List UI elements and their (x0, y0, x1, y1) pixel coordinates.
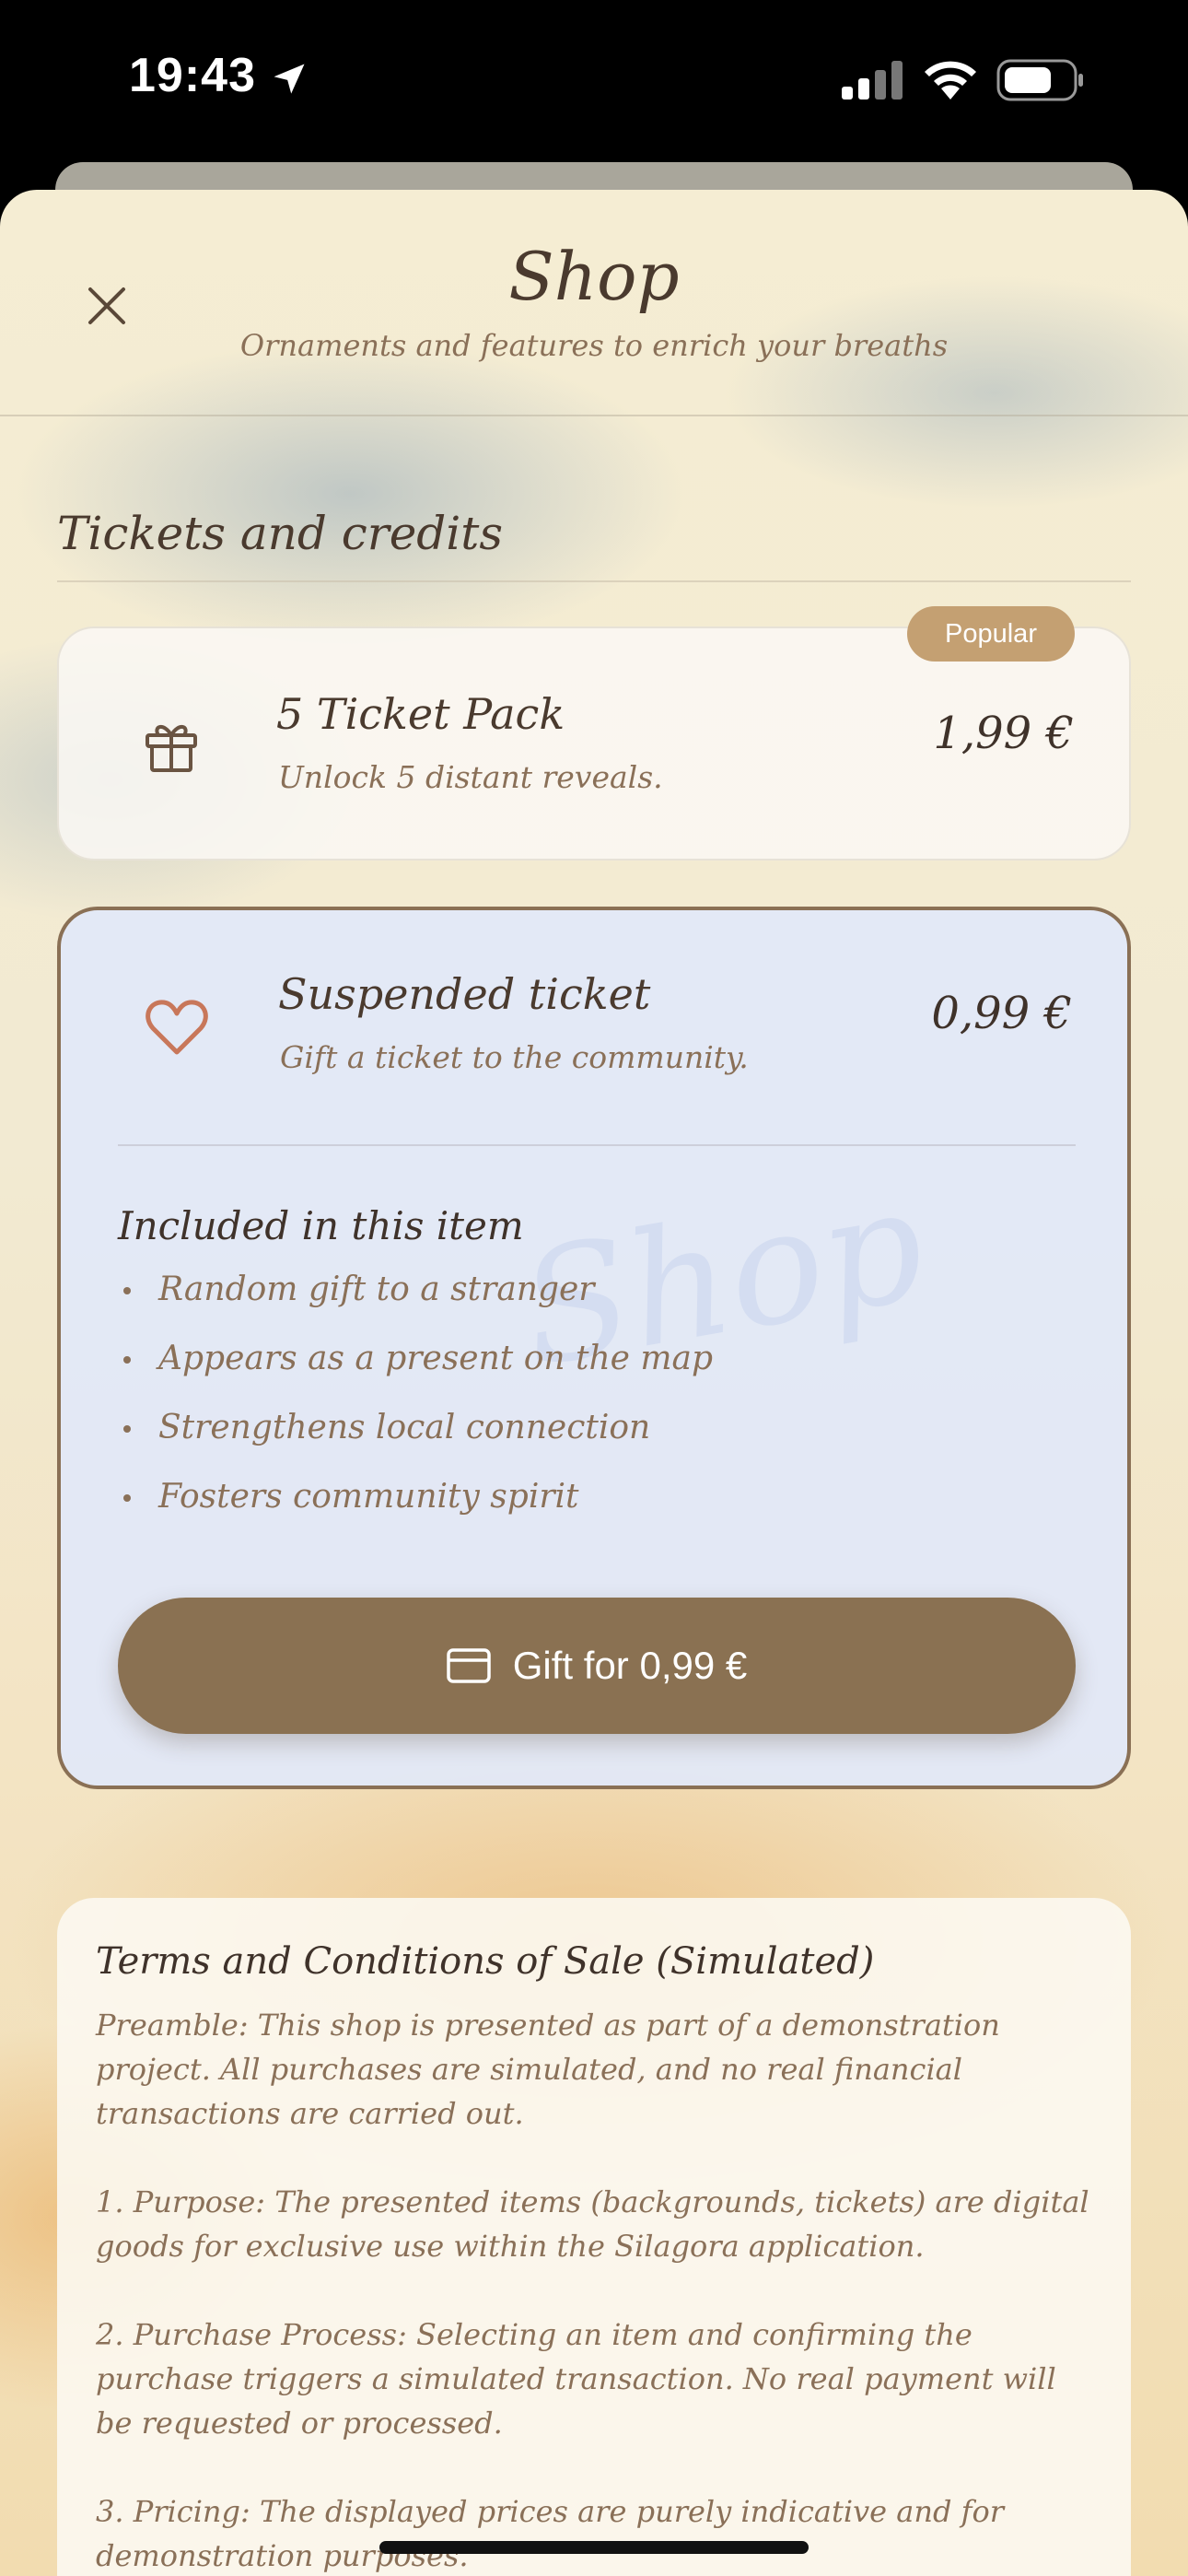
feature-text: Fosters community spirit (158, 1478, 579, 1516)
wifi-icon (925, 61, 976, 100)
shop-sheet: Shop Ornaments and features to enrich yo… (0, 190, 1188, 2576)
item-name: Suspended ticket (278, 969, 651, 1019)
terms-paragraph: 3. Pricing: The displayed prices are pur… (96, 2494, 1004, 2573)
heart-icon (146, 1000, 208, 1055)
popular-badge: Popular (907, 606, 1075, 662)
feature-item: Fosters community spirit (118, 1477, 713, 1546)
home-indicator[interactable] (379, 2541, 809, 2554)
terms-paragraph: Preamble: This shop is presented as part… (96, 2008, 1000, 2131)
terms-body: Preamble: This shop is presented as part… (96, 2003, 1100, 2576)
item-description: Unlock 5 distant reveals. (278, 759, 663, 795)
terms-paragraph: 2. Purchase Process: Selecting an item a… (96, 2317, 1056, 2441)
feature-text: Appears as a present on the map (158, 1340, 714, 1377)
section-title: Tickets and credits (57, 507, 504, 560)
section-divider (57, 580, 1131, 582)
included-title: Included in this item (118, 1203, 524, 1248)
status-bar: 19:43 (0, 0, 1188, 166)
feature-text: Random gift to a stranger (158, 1270, 595, 1308)
suspended-ticket-card[interactable]: Shop Suspended ticket Gift a ticket to t… (57, 907, 1131, 1789)
page-subtitle: Ornaments and features to enrich your br… (239, 328, 949, 363)
feature-text: Strengthens local connection (158, 1409, 651, 1446)
terms-paragraph: 1. Purpose: The presented items (backgro… (96, 2184, 1089, 2264)
item-price: 1,99 € (933, 708, 1074, 759)
item-price: 0,99 € (931, 988, 1072, 1039)
card-divider (118, 1144, 1076, 1146)
status-time: 19:43 (129, 49, 256, 102)
bullet-icon (123, 1494, 131, 1502)
bullet-icon (123, 1425, 131, 1433)
feature-item: Random gift to a stranger (118, 1270, 713, 1339)
cellular-signal-icon (842, 61, 903, 100)
feature-item: Appears as a present on the map (118, 1339, 713, 1408)
item-name: 5 Ticket Pack (276, 689, 565, 739)
feature-item: Strengthens local connection (118, 1408, 713, 1477)
feature-list: Random gift to a stranger Appears as a p… (118, 1270, 713, 1546)
gift-purchase-button[interactable]: Gift for 0,99 € (118, 1598, 1076, 1734)
page-title: Shop (508, 238, 680, 315)
terms-title: Terms and Conditions of Sale (Simulated) (96, 1940, 875, 1983)
battery-icon (996, 59, 1083, 101)
location-arrow-icon (274, 64, 305, 94)
terms-card: Terms and Conditions of Sale (Simulated)… (57, 1898, 1131, 2576)
ticket-pack-card[interactable]: 5 Ticket Pack Unlock 5 distant reveals. … (57, 626, 1131, 861)
bullet-icon (123, 1287, 131, 1294)
gift-icon (146, 725, 197, 772)
credit-card-icon (447, 1648, 491, 1683)
header-divider (0, 415, 1188, 416)
gift-purchase-label: Gift for 0,99 € (512, 1644, 748, 1687)
bullet-icon (123, 1356, 131, 1364)
item-description: Gift a ticket to the community. (280, 1039, 749, 1075)
